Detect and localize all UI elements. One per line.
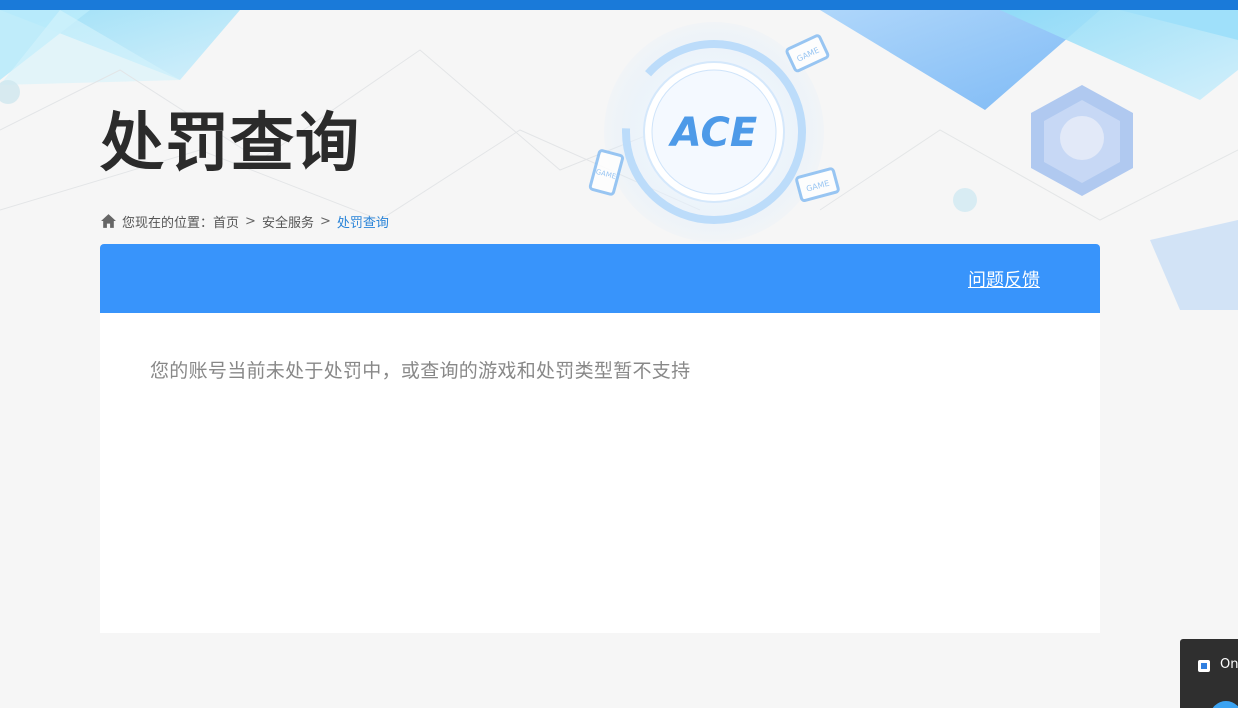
page: ACE GAME GAME GAME 处罚查询 您现在的位置： 首页 > 安全服… (0, 0, 1238, 708)
breadcrumb-separator: > (245, 213, 256, 229)
feedback-link[interactable]: 问题反馈 (968, 266, 1040, 292)
panel-body: 您的账号当前未处于处罚中，或查询的游戏和处罚类型暂不支持 (100, 313, 1100, 633)
svg-text:GAME: GAME (595, 168, 617, 181)
app-icon (1198, 660, 1210, 672)
popup-circle-button[interactable] (1210, 701, 1238, 708)
page-title: 处罚查询 (100, 107, 360, 181)
corner-popup[interactable]: On (1180, 639, 1238, 708)
breadcrumb-current: 处罚查询 (336, 215, 389, 231)
breadcrumb: 您现在的位置： 首页 > 安全服务 > 处罚查询 (100, 211, 389, 231)
breadcrumb-prefix: 您现在的位置： (122, 215, 214, 231)
popup-text: On (1220, 657, 1238, 672)
home-icon (101, 213, 116, 228)
svg-text:GAME: GAME (805, 179, 830, 194)
breadcrumb-separator: > (319, 213, 331, 229)
ace-logo-text: ACE (668, 110, 757, 156)
no-penalty-message: 您的账号当前未处于处罚中，或查询的游戏和处罚类型暂不支持 (150, 360, 691, 382)
svg-text:GAME: GAME (795, 46, 820, 64)
breadcrumb-home-link[interactable]: 首页 (213, 212, 239, 231)
top-bar (0, 0, 1238, 10)
breadcrumb-security-link[interactable]: 安全服务 (262, 212, 314, 231)
panel-header: 问题反馈 (100, 244, 1100, 313)
